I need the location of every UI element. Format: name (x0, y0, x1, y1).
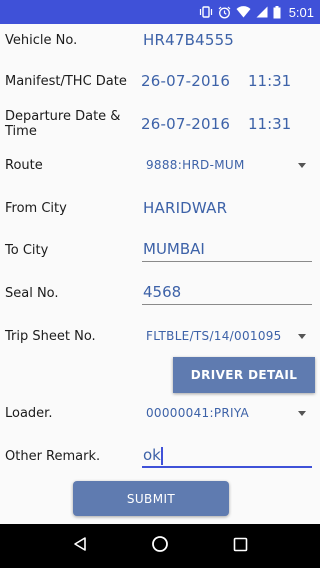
text-cursor (161, 447, 163, 465)
driver-detail-button[interactable]: DRIVER DETAIL (173, 357, 315, 393)
manifest-time-value[interactable]: 11:31 (248, 72, 291, 90)
vehicle-no-value: HR47B4555 (143, 31, 235, 49)
manifest-form: Vehicle No. HR47B4555 Manifest/THC Date … (0, 24, 320, 524)
departure-label-line1: Departure Date & (5, 109, 121, 124)
route-dropdown[interactable]: 9888:HRD-MUM (146, 155, 314, 175)
loader-dropdown[interactable]: 00000041:PRIYA (146, 403, 314, 423)
back-icon[interactable] (72, 536, 88, 556)
loader-selected: 00000041:PRIYA (146, 406, 250, 420)
trip-sheet-label: Trip Sheet No. (5, 329, 96, 344)
departure-time-value[interactable]: 11:31 (248, 115, 291, 133)
dropdown-arrow-icon (298, 333, 306, 339)
submit-button[interactable]: SUBMIT (73, 481, 229, 516)
route-label: Route (5, 158, 43, 173)
to-city-field[interactable]: MUMBAI (142, 238, 312, 262)
wifi-icon (236, 6, 251, 18)
other-remark-value: ok (143, 446, 161, 464)
status-bar: 5:01 (0, 0, 320, 24)
vehicle-no-label: Vehicle No. (5, 33, 78, 48)
other-remark-field[interactable]: ok (142, 444, 312, 468)
alarm-icon (218, 6, 231, 19)
other-remark-label: Other Remark. (5, 449, 101, 464)
manifest-date-label: Manifest/THC Date (5, 74, 127, 89)
status-time: 5:01 (288, 4, 314, 20)
seal-no-field[interactable]: 4568 (142, 281, 312, 305)
vibrate-icon (199, 6, 213, 18)
manifest-date-value[interactable]: 26-07-2016 (141, 72, 230, 90)
from-city-value: HARIDWAR (143, 199, 228, 217)
navigation-bar (0, 524, 320, 568)
battery-icon (273, 5, 281, 19)
dropdown-arrow-icon (298, 410, 306, 416)
to-city-value: MUMBAI (143, 240, 205, 258)
seal-no-label: Seal No. (5, 286, 59, 301)
from-city-label: From City (5, 201, 67, 216)
loader-label: Loader. (5, 406, 53, 421)
signal-icon (256, 6, 268, 18)
recents-icon[interactable] (233, 537, 248, 556)
to-city-label: To City (5, 243, 49, 258)
seal-no-value: 4568 (143, 283, 182, 301)
trip-sheet-dropdown[interactable]: FLTBLE/TS/14/001095 (146, 326, 314, 346)
departure-label-line2: Time (5, 124, 37, 139)
route-selected: 9888:HRD-MUM (146, 158, 245, 172)
departure-date-value[interactable]: 26-07-2016 (141, 115, 230, 133)
home-icon[interactable] (151, 535, 169, 557)
dropdown-arrow-icon (298, 162, 306, 168)
trip-sheet-selected: FLTBLE/TS/14/001095 (146, 329, 282, 343)
